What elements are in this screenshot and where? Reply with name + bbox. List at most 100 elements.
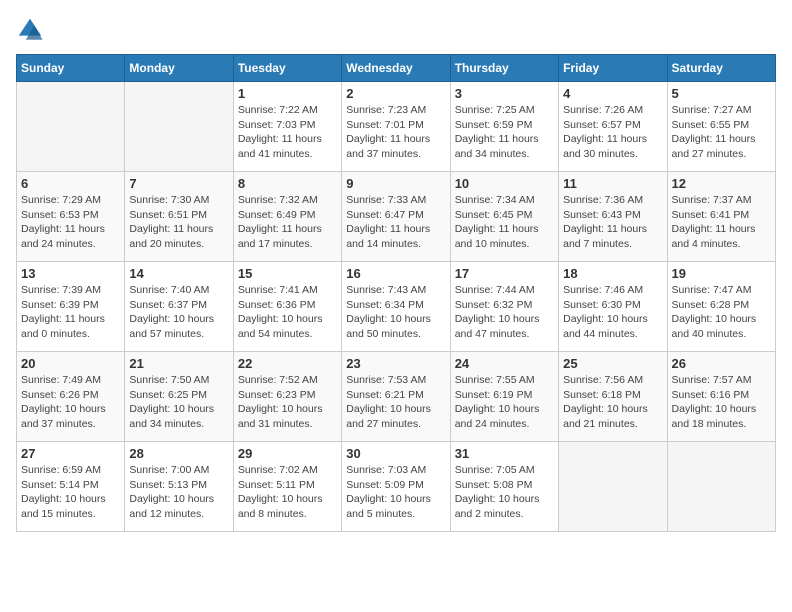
day-detail: Sunrise: 6:59 AMSunset: 5:14 PMDaylight:… (21, 463, 120, 522)
calendar-day-cell: 18Sunrise: 7:46 AMSunset: 6:30 PMDayligh… (559, 262, 667, 352)
calendar-day-cell: 31 Sunrise: 7:05 AMSunset: 5:08 PMDayligh… (450, 442, 558, 532)
day-number: 23 (346, 356, 445, 371)
day-number: 8 (238, 176, 337, 191)
day-detail: Sunrise: 7:05 AMSunset: 5:08 PMDaylight:… (455, 463, 554, 522)
day-number: 5 (672, 86, 771, 101)
day-detail: Sunrise: 7:25 AMSunset: 6:59 PMDaylight:… (455, 103, 554, 162)
col-tuesday: Tuesday (233, 55, 341, 82)
day-number: 11 (563, 176, 662, 191)
day-number: 31 (455, 446, 554, 461)
day-detail: Sunrise: 7:39 AMSunset: 6:39 PMDaylight:… (21, 283, 120, 342)
logo-icon (16, 16, 44, 44)
day-number: 6 (21, 176, 120, 191)
calendar-day-cell: 12 Sunrise: 7:37 AMSunset: 6:41 PMDayligh… (667, 172, 775, 262)
day-number: 26 (672, 356, 771, 371)
calendar-day-cell: 20 Sunrise: 7:49 AMSunset: 6:26 PMDayligh… (17, 352, 125, 442)
calendar-day-cell: 22 Sunrise: 7:52 AMSunset: 6:23 PMDayligh… (233, 352, 341, 442)
day-number: 4 (563, 86, 662, 101)
day-number: 20 (21, 356, 120, 371)
day-detail: Sunrise: 7:43 AMSunset: 6:34 PMDaylight:… (346, 283, 445, 342)
calendar-day-cell: 29 Sunrise: 7:02 AMSunset: 5:11 PMDayligh… (233, 442, 341, 532)
day-detail: Sunrise: 7:57 AMSunset: 6:16 PMDaylight:… (672, 373, 771, 432)
day-detail: Sunrise: 7:40 AMSunset: 6:37 PMDaylight:… (129, 283, 228, 342)
calendar-day-cell: 24Sunrise: 7:55 AMSunset: 6:19 PMDayligh… (450, 352, 558, 442)
day-number: 10 (455, 176, 554, 191)
calendar-day-cell: 1Sunrise: 7:22 AMSunset: 7:03 PMDaylight… (233, 82, 341, 172)
calendar-day-cell: 30 Sunrise: 7:03 AMSunset: 5:09 PMDayligh… (342, 442, 450, 532)
calendar-week-row: 27 Sunrise: 6:59 AMSunset: 5:14 PMDayligh… (17, 442, 776, 532)
calendar-day-cell: 5 Sunrise: 7:27 AMSunset: 6:55 PMDaylight… (667, 82, 775, 172)
day-detail: Sunrise: 7:36 AMSunset: 6:43 PMDaylight:… (563, 193, 662, 252)
calendar-day-cell: 10 Sunrise: 7:34 AMSunset: 6:45 PMDayligh… (450, 172, 558, 262)
col-thursday: Thursday (450, 55, 558, 82)
calendar-day-cell: 26 Sunrise: 7:57 AMSunset: 6:16 PMDayligh… (667, 352, 775, 442)
day-number: 22 (238, 356, 337, 371)
day-number: 28 (129, 446, 228, 461)
day-detail: Sunrise: 7:50 AMSunset: 6:25 PMDaylight:… (129, 373, 228, 432)
day-number: 12 (672, 176, 771, 191)
day-detail: Sunrise: 7:47 AMSunset: 6:28 PMDaylight:… (672, 283, 771, 342)
calendar-day-cell: 7 Sunrise: 7:30 AMSunset: 6:51 PMDaylight… (125, 172, 233, 262)
calendar-body: 1Sunrise: 7:22 AMSunset: 7:03 PMDaylight… (17, 82, 776, 532)
day-number: 25 (563, 356, 662, 371)
day-number: 21 (129, 356, 228, 371)
day-number: 13 (21, 266, 120, 281)
day-number: 9 (346, 176, 445, 191)
calendar-header: Sunday Monday Tuesday Wednesday Thursday… (17, 55, 776, 82)
day-detail: Sunrise: 7:37 AMSunset: 6:41 PMDaylight:… (672, 193, 771, 252)
day-number: 27 (21, 446, 120, 461)
calendar-day-cell: 6 Sunrise: 7:29 AMSunset: 6:53 PMDaylight… (17, 172, 125, 262)
calendar-day-cell: 21 Sunrise: 7:50 AMSunset: 6:25 PMDayligh… (125, 352, 233, 442)
day-detail: Sunrise: 7:22 AMSunset: 7:03 PMDaylight:… (238, 103, 337, 162)
day-detail: Sunrise: 7:34 AMSunset: 6:45 PMDaylight:… (455, 193, 554, 252)
day-number: 30 (346, 446, 445, 461)
day-number: 17 (455, 266, 554, 281)
day-detail: Sunrise: 7:52 AMSunset: 6:23 PMDaylight:… (238, 373, 337, 432)
calendar-week-row: 13 Sunrise: 7:39 AMSunset: 6:39 PMDayligh… (17, 262, 776, 352)
day-detail: Sunrise: 7:23 AMSunset: 7:01 PMDaylight:… (346, 103, 445, 162)
calendar-day-cell: 13 Sunrise: 7:39 AMSunset: 6:39 PMDayligh… (17, 262, 125, 352)
logo (16, 16, 50, 44)
day-number: 19 (672, 266, 771, 281)
day-detail: Sunrise: 7:44 AMSunset: 6:32 PMDaylight:… (455, 283, 554, 342)
col-saturday: Saturday (667, 55, 775, 82)
calendar-week-row: 6 Sunrise: 7:29 AMSunset: 6:53 PMDaylight… (17, 172, 776, 262)
calendar-day-cell: 3Sunrise: 7:25 AMSunset: 6:59 PMDaylight… (450, 82, 558, 172)
calendar-day-cell: 2Sunrise: 7:23 AMSunset: 7:01 PMDaylight… (342, 82, 450, 172)
calendar-table: Sunday Monday Tuesday Wednesday Thursday… (16, 54, 776, 532)
day-number: 29 (238, 446, 337, 461)
calendar-week-row: 20 Sunrise: 7:49 AMSunset: 6:26 PMDayligh… (17, 352, 776, 442)
calendar-day-cell: 27 Sunrise: 6:59 AMSunset: 5:14 PMDayligh… (17, 442, 125, 532)
day-detail: Sunrise: 7:27 AMSunset: 6:55 PMDaylight:… (672, 103, 771, 162)
day-detail: Sunrise: 7:29 AMSunset: 6:53 PMDaylight:… (21, 193, 120, 252)
day-detail: Sunrise: 7:32 AMSunset: 6:49 PMDaylight:… (238, 193, 337, 252)
col-sunday: Sunday (17, 55, 125, 82)
calendar-day-cell: 4 Sunrise: 7:26 AMSunset: 6:57 PMDaylight… (559, 82, 667, 172)
calendar-day-cell: 17 Sunrise: 7:44 AMSunset: 6:32 PMDayligh… (450, 262, 558, 352)
calendar-day-cell: 9 Sunrise: 7:33 AMSunset: 6:47 PMDaylight… (342, 172, 450, 262)
day-detail: Sunrise: 7:53 AMSunset: 6:21 PMDaylight:… (346, 373, 445, 432)
calendar-week-row: 1Sunrise: 7:22 AMSunset: 7:03 PMDaylight… (17, 82, 776, 172)
day-number: 15 (238, 266, 337, 281)
day-detail: Sunrise: 7:30 AMSunset: 6:51 PMDaylight:… (129, 193, 228, 252)
day-detail: Sunrise: 7:26 AMSunset: 6:57 PMDaylight:… (563, 103, 662, 162)
day-detail: Sunrise: 7:49 AMSunset: 6:26 PMDaylight:… (21, 373, 120, 432)
day-number: 7 (129, 176, 228, 191)
calendar-day-cell: 28 Sunrise: 7:00 AMSunset: 5:13 PMDayligh… (125, 442, 233, 532)
calendar-day-cell: 19 Sunrise: 7:47 AMSunset: 6:28 PMDayligh… (667, 262, 775, 352)
day-detail: Sunrise: 7:00 AMSunset: 5:13 PMDaylight:… (129, 463, 228, 522)
calendar-day-cell: 8 Sunrise: 7:32 AMSunset: 6:49 PMDaylight… (233, 172, 341, 262)
calendar-day-cell: 25Sunrise: 7:56 AMSunset: 6:18 PMDayligh… (559, 352, 667, 442)
calendar-day-cell: 14Sunrise: 7:40 AMSunset: 6:37 PMDayligh… (125, 262, 233, 352)
header (16, 16, 776, 44)
day-detail: Sunrise: 7:02 AMSunset: 5:11 PMDaylight:… (238, 463, 337, 522)
day-number: 16 (346, 266, 445, 281)
calendar-day-cell: 11 Sunrise: 7:36 AMSunset: 6:43 PMDayligh… (559, 172, 667, 262)
calendar-day-cell (667, 442, 775, 532)
day-number: 18 (563, 266, 662, 281)
day-detail: Sunrise: 7:55 AMSunset: 6:19 PMDaylight:… (455, 373, 554, 432)
day-detail: Sunrise: 7:03 AMSunset: 5:09 PMDaylight:… (346, 463, 445, 522)
col-wednesday: Wednesday (342, 55, 450, 82)
day-detail: Sunrise: 7:33 AMSunset: 6:47 PMDaylight:… (346, 193, 445, 252)
calendar-day-cell: 23 Sunrise: 7:53 AMSunset: 6:21 PMDayligh… (342, 352, 450, 442)
